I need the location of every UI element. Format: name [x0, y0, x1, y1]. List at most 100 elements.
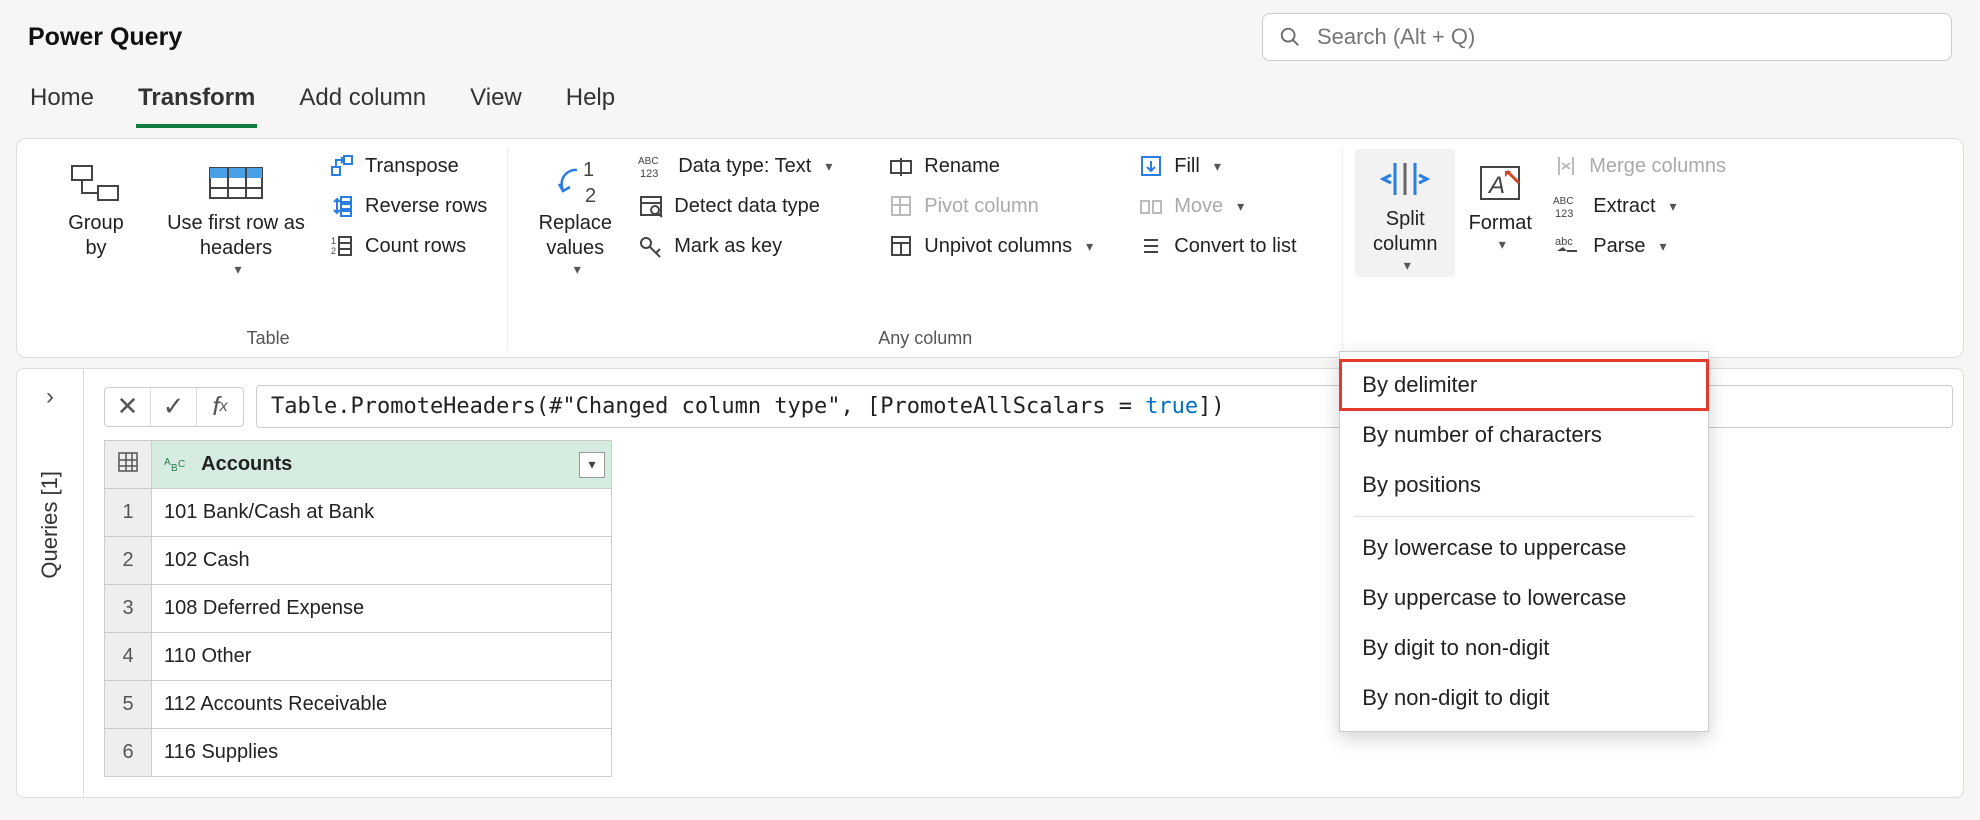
replace-values-label: Replace values — [539, 211, 612, 261]
row-number: 5 — [105, 681, 152, 729]
search-input[interactable] — [1315, 23, 1935, 51]
text-type-icon: ABC — [164, 455, 190, 475]
cell[interactable]: 108 Deferred Expense — [152, 585, 612, 633]
column-header-accounts[interactable]: ABC Accounts ▾ — [152, 441, 612, 489]
menu-by-lowercase-to-uppercase[interactable]: By lowercase to uppercase — [1340, 523, 1708, 573]
formula-text-suffix: ]) — [1198, 394, 1225, 419]
list-icon — [1138, 233, 1164, 259]
use-first-row-label: Use first row as headers — [167, 211, 305, 261]
queries-label[interactable]: Queries [1] — [37, 471, 63, 579]
transpose-button[interactable]: Transpose — [329, 153, 487, 179]
fx-button[interactable]: fx — [197, 388, 243, 426]
group-by-button[interactable]: Group by — [41, 149, 151, 267]
row-number: 3 — [105, 585, 152, 633]
column-filter-button[interactable]: ▾ — [579, 452, 605, 478]
menu-by-digit-to-non-digit[interactable]: By digit to non-digit — [1340, 623, 1708, 673]
menu-by-non-digit-to-digit[interactable]: By non-digit to digit — [1340, 673, 1708, 723]
commit-formula-button[interactable]: ✓ — [151, 388, 197, 426]
cell[interactable]: 101 Bank/Cash at Bank — [152, 489, 612, 537]
svg-text:1: 1 — [583, 159, 594, 181]
table-row[interactable]: 2102 Cash — [105, 537, 612, 585]
group-label-any-column: Any column — [520, 322, 1330, 351]
cell[interactable]: 102 Cash — [152, 537, 612, 585]
chevron-down-icon: ▾ — [1499, 236, 1506, 254]
count-rows-label: Count rows — [365, 235, 466, 258]
svg-text:C: C — [178, 459, 185, 470]
app-title: Power Query — [28, 23, 182, 52]
detect-type-icon — [638, 193, 664, 219]
table-row[interactable]: 3108 Deferred Expense — [105, 585, 612, 633]
group-by-label: Group by — [68, 211, 124, 261]
use-first-row-button[interactable]: Use first row as headers▾ — [151, 149, 321, 285]
fill-down-icon — [1138, 153, 1164, 179]
fill-label: Fill — [1174, 155, 1200, 178]
move-button: Move▾ — [1138, 193, 1322, 219]
svg-text:2: 2 — [331, 246, 336, 256]
table-headers-icon — [206, 162, 266, 204]
extract-label: Extract — [1593, 195, 1655, 218]
move-icon — [1138, 193, 1164, 219]
table-row[interactable]: 6116 Supplies — [105, 729, 612, 777]
svg-text:B: B — [171, 463, 178, 474]
tab-help[interactable]: Help — [564, 78, 617, 128]
menu-by-positions[interactable]: By positions — [1340, 460, 1708, 510]
tab-add-column[interactable]: Add column — [297, 78, 428, 128]
mark-as-key-button[interactable]: Mark as key — [638, 233, 872, 259]
merge-columns-label: Merge columns — [1589, 155, 1726, 178]
tab-view[interactable]: View — [468, 78, 524, 128]
extract-icon: ABC123 — [1553, 193, 1583, 219]
detect-data-type-label: Detect data type — [674, 195, 820, 218]
cell[interactable]: 110 Other — [152, 633, 612, 681]
menu-by-number-of-characters[interactable]: By number of characters — [1340, 410, 1708, 460]
rename-label: Rename — [924, 155, 1000, 178]
cell[interactable]: 112 Accounts Receivable — [152, 681, 612, 729]
cell[interactable]: 116 Supplies — [152, 729, 612, 777]
unpivot-columns-label: Unpivot columns — [924, 235, 1072, 258]
data-type-button[interactable]: ABC123 Data type: Text▾ — [638, 153, 872, 179]
cancel-formula-button[interactable]: ✕ — [105, 388, 151, 426]
search-icon — [1279, 26, 1301, 48]
detect-data-type-button[interactable]: Detect data type — [638, 193, 872, 219]
svg-text:2: 2 — [585, 185, 596, 207]
data-grid[interactable]: ABC Accounts ▾ 1101 Bank/Cash at Bank 21… — [104, 440, 612, 777]
format-button[interactable]: A Format ▾ — [1455, 149, 1545, 260]
grid-corner-cell[interactable] — [105, 441, 152, 489]
extract-button[interactable]: ABC123 Extract ▾ — [1553, 193, 1757, 219]
menu-by-uppercase-to-lowercase[interactable]: By uppercase to lowercase — [1340, 573, 1708, 623]
rename-button[interactable]: Rename — [888, 153, 1122, 179]
tab-home[interactable]: Home — [28, 78, 96, 128]
reverse-rows-icon — [329, 193, 355, 219]
queries-pane-collapsed: › Queries [1] — [16, 368, 84, 798]
parse-button[interactable]: abc Parse▾ — [1553, 233, 1757, 259]
reverse-rows-button[interactable]: Reverse rows — [329, 193, 487, 219]
ribbon-group-text-column: Split column▾ A Format ▾ Merge columns A… — [1343, 149, 1777, 351]
abc123-icon: ABC123 — [638, 153, 668, 179]
tab-transform[interactable]: Transform — [136, 78, 257, 128]
chevron-down-icon: ▾ — [825, 158, 832, 175]
svg-text:A: A — [1487, 172, 1505, 199]
convert-to-list-button[interactable]: Convert to list — [1138, 233, 1322, 259]
table-row[interactable]: 5112 Accounts Receivable — [105, 681, 612, 729]
split-column-button[interactable]: Split column▾ — [1355, 149, 1455, 277]
count-rows-button[interactable]: 12 Count rows — [329, 233, 487, 259]
merge-columns-button: Merge columns — [1553, 153, 1757, 179]
table-row[interactable]: 4110 Other — [105, 633, 612, 681]
expand-queries-button[interactable]: › — [46, 383, 54, 411]
unpivot-columns-button[interactable]: Unpivot columns▾ — [888, 233, 1122, 259]
key-icon — [638, 233, 664, 259]
row-number: 1 — [105, 489, 152, 537]
row-number: 4 — [105, 633, 152, 681]
chevron-down-icon: ▾ — [1404, 257, 1411, 275]
fill-button[interactable]: Fill▾ — [1138, 153, 1322, 179]
search-box[interactable] — [1262, 13, 1952, 61]
replace-values-button[interactable]: 12 Replace values▾ — [520, 149, 630, 285]
svg-text:123: 123 — [1555, 208, 1573, 219]
formula-text-prefix: Table.PromoteHeaders(#"Changed column ty… — [271, 394, 1145, 419]
chevron-down-icon: ▾ — [1670, 198, 1677, 215]
parse-label: Parse — [1593, 235, 1645, 258]
parse-icon: abc — [1553, 233, 1583, 259]
svg-text:ABC: ABC — [638, 156, 659, 167]
group-label-table: Table — [41, 322, 495, 351]
menu-by-delimiter[interactable]: By delimiter — [1340, 360, 1708, 410]
table-row[interactable]: 1101 Bank/Cash at Bank — [105, 489, 612, 537]
